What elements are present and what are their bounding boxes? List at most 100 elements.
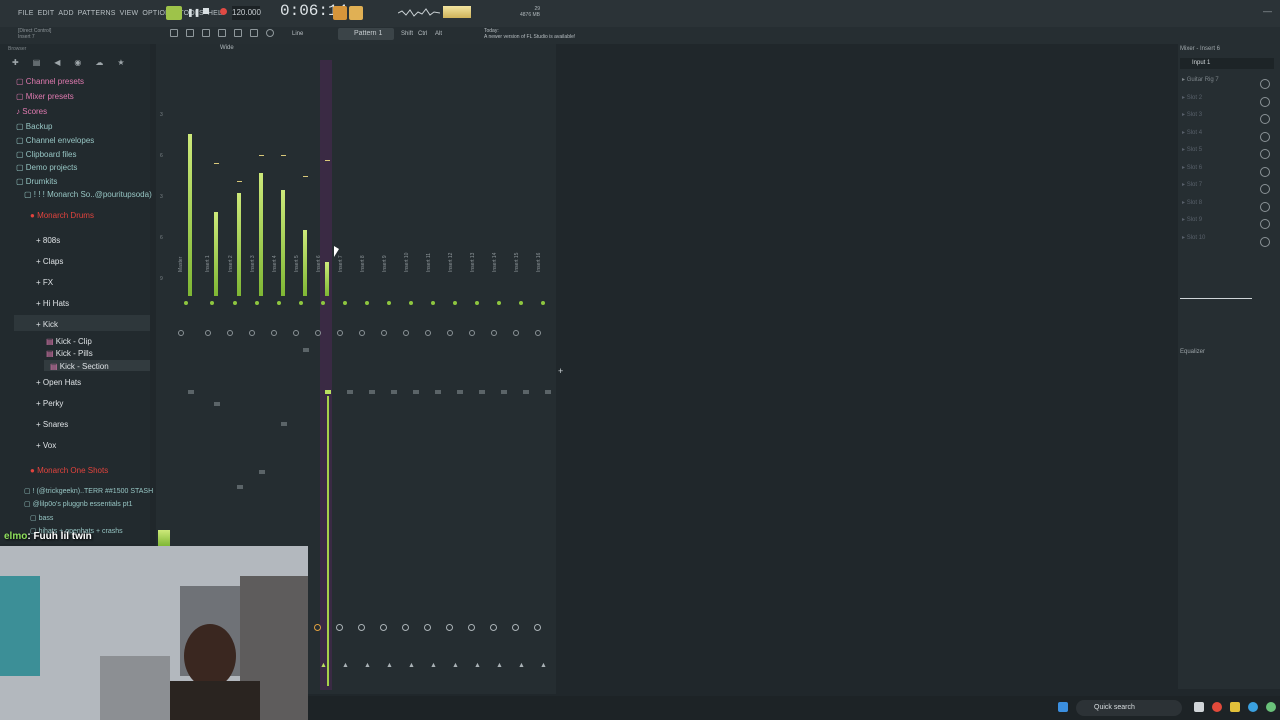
- track-enable-toggle[interactable]: [255, 301, 259, 305]
- route-knob[interactable]: [424, 624, 431, 631]
- windows-start-icon[interactable]: [1058, 702, 1068, 712]
- file-explorer-icon[interactable]: [1230, 702, 1240, 712]
- track-enable-toggle[interactable]: [541, 301, 545, 305]
- route-knob[interactable]: [314, 624, 321, 631]
- route-knob[interactable]: [468, 624, 475, 631]
- fx-slot-5[interactable]: ▸ Slot 5: [1182, 146, 1274, 162]
- edge-icon[interactable]: [1248, 702, 1258, 712]
- route-arrow-icon[interactable]: ▲: [518, 662, 525, 669]
- browser-item-kick-clip[interactable]: ▤ Kick - Clip: [46, 337, 92, 346]
- route-arrow-icon[interactable]: ▲: [342, 662, 349, 669]
- pan-knob[interactable]: [337, 330, 343, 336]
- channel-rack-icon[interactable]: [234, 29, 242, 37]
- browser-all-icon[interactable]: ✚: [12, 58, 19, 70]
- pan-knob[interactable]: [447, 330, 453, 336]
- pan-knob[interactable]: [513, 330, 519, 336]
- browser-current-project-icon[interactable]: ▤: [33, 58, 41, 70]
- fx-slot-8[interactable]: ▸ Slot 8: [1182, 199, 1274, 215]
- mixer-view-mode[interactable]: Wide: [220, 45, 234, 51]
- browser-item-monarch-so[interactable]: ▢ ! ! ! Monarch So..@pouritupsoda): [24, 190, 152, 199]
- microphone-icon[interactable]: [266, 29, 274, 37]
- track-enable-toggle[interactable]: [210, 301, 214, 305]
- ctrl-modifier[interactable]: Ctrl: [418, 31, 427, 37]
- playlist-icon[interactable]: [250, 29, 258, 37]
- pan-knob[interactable]: [205, 330, 211, 336]
- slot-mix-knob[interactable]: [1260, 79, 1270, 89]
- volume-fader[interactable]: [501, 390, 507, 394]
- route-arrow-icon[interactable]: ▲: [430, 662, 437, 669]
- route-knob[interactable]: [446, 624, 453, 631]
- track-enable-toggle[interactable]: [321, 301, 325, 305]
- browser-item-channel-envelopes[interactable]: ▢ Channel envelopes: [16, 136, 94, 145]
- volume-fader[interactable]: [457, 390, 463, 394]
- song-mode-icon[interactable]: [349, 6, 363, 20]
- pan-knob[interactable]: [381, 330, 387, 336]
- volume-fader[interactable]: [347, 390, 353, 394]
- browser-cloud-icon[interactable]: ☁: [95, 58, 103, 70]
- browser-item-808s[interactable]: + 808s: [36, 236, 60, 245]
- eq-curve[interactable]: [1180, 298, 1252, 299]
- route-arrow-icon[interactable]: ▲: [474, 662, 481, 669]
- browser-item-vox[interactable]: + Vox: [36, 441, 56, 450]
- news-panel[interactable]: Today: A newer version of FL Studio is a…: [484, 28, 575, 40]
- slot-mix-knob[interactable]: [1260, 149, 1270, 159]
- pan-knob[interactable]: [293, 330, 299, 336]
- route-knob[interactable]: [512, 624, 519, 631]
- volume-fader[interactable]: [188, 390, 194, 394]
- fx-slot-1[interactable]: ▸ Guitar Rig 7: [1182, 76, 1274, 92]
- play-button[interactable]: [166, 6, 182, 20]
- route-knob[interactable]: [534, 624, 541, 631]
- fx-slot-7[interactable]: ▸ Slot 7: [1182, 181, 1274, 197]
- route-arrow-icon[interactable]: ▲: [540, 662, 547, 669]
- window-controls[interactable]: —: [1263, 6, 1272, 16]
- browser-item-scores[interactable]: ♪ Scores: [16, 107, 47, 116]
- snap-icon[interactable]: [170, 29, 178, 37]
- mixer-icon[interactable]: [218, 29, 226, 37]
- route-arrow-icon[interactable]: ▲: [320, 662, 327, 669]
- slot-mix-knob[interactable]: [1260, 97, 1270, 107]
- route-arrow-icon[interactable]: ▲: [496, 662, 503, 669]
- route-arrow-icon[interactable]: ▲: [386, 662, 393, 669]
- slot-mix-knob[interactable]: [1260, 184, 1270, 194]
- stop-icon[interactable]: [203, 8, 209, 14]
- browser-item-fx[interactable]: + FX: [36, 278, 53, 287]
- browser-item-kick[interactable]: + Kick: [36, 320, 58, 329]
- browser-item-perky[interactable]: + Perky: [36, 399, 63, 408]
- fx-slot-3[interactable]: ▸ Slot 3: [1182, 111, 1274, 127]
- slot-mix-knob[interactable]: [1260, 167, 1270, 177]
- browser-item-mixer-presets[interactable]: ▢ Mixer presets: [16, 92, 74, 101]
- browser-item-trickgeekn[interactable]: ▢ ! (@trickgeekn)..TERR ##1500 STASH: [24, 487, 153, 495]
- browser-item-clipboard-files[interactable]: ▢ Clipboard files: [16, 150, 76, 159]
- fx-slot-6[interactable]: ▸ Slot 6: [1182, 164, 1274, 180]
- slot-mix-knob[interactable]: [1260, 237, 1270, 247]
- pan-knob[interactable]: [425, 330, 431, 336]
- track-enable-toggle[interactable]: [343, 301, 347, 305]
- pan-knob[interactable]: [359, 330, 365, 336]
- pencil-icon[interactable]: [202, 29, 210, 37]
- browser-item-demo-projects[interactable]: ▢ Demo projects: [16, 163, 77, 172]
- browser-item-drumkits[interactable]: ▢ Drumkits: [16, 177, 57, 186]
- track-enable-toggle[interactable]: [453, 301, 457, 305]
- volume-fader[interactable]: [259, 470, 265, 474]
- browser-item-bass[interactable]: ▢ bass: [30, 514, 53, 522]
- track-enable-toggle[interactable]: [184, 301, 188, 305]
- route-knob[interactable]: [380, 624, 387, 631]
- route-arrow-icon[interactable]: ▲: [452, 662, 459, 669]
- alt-modifier[interactable]: Alt: [435, 31, 442, 37]
- browser-star-icon[interactable]: ★: [117, 58, 124, 70]
- app-icon[interactable]: [1266, 702, 1276, 712]
- browser-plugin-icon[interactable]: ◉: [74, 58, 81, 70]
- chrome-icon[interactable]: [1212, 702, 1222, 712]
- slot-mix-knob[interactable]: [1260, 132, 1270, 142]
- fx-slot-2[interactable]: ▸ Slot 2: [1182, 94, 1274, 110]
- pattern-selector[interactable]: Pattern 1: [338, 28, 394, 40]
- track-enable-toggle[interactable]: [519, 301, 523, 305]
- track-enable-toggle[interactable]: [475, 301, 479, 305]
- volume-fader[interactable]: [545, 390, 551, 394]
- fx-slot-10[interactable]: ▸ Slot 10: [1182, 234, 1274, 250]
- route-knob[interactable]: [336, 624, 343, 631]
- volume-fader-selected[interactable]: [325, 390, 331, 394]
- shift-modifier[interactable]: Shift: [401, 31, 413, 37]
- fx-slot-9[interactable]: ▸ Slot 9: [1182, 216, 1274, 232]
- track-enable-toggle[interactable]: [299, 301, 303, 305]
